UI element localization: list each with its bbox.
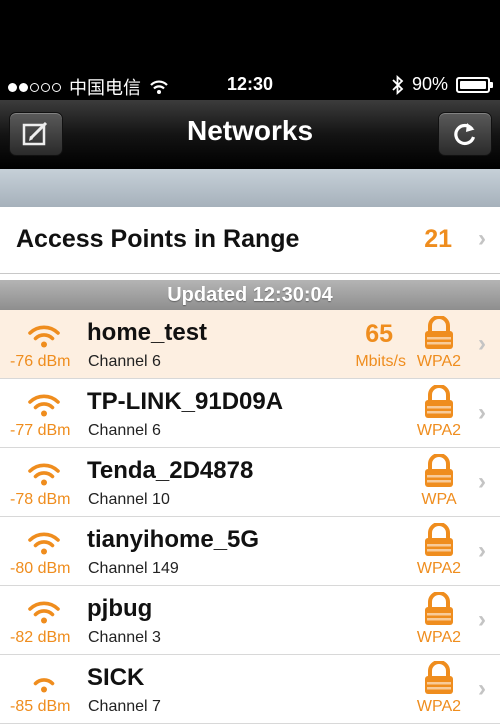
network-name: tianyihome_5G (87, 526, 260, 553)
updated-header: Updated 12:30:04 (0, 280, 500, 310)
page-title: Networks (186, 115, 314, 146)
security-type: WPA2 (416, 698, 462, 715)
wifi-signal-icon (28, 532, 60, 555)
security-type: WPA2 (416, 422, 462, 439)
access-points-count: 21 (424, 225, 452, 253)
lock-icon (425, 316, 453, 349)
battery-percent: 90% (411, 74, 448, 94)
network-row[interactable]: -76 dBm home_test Channel 6 65 Mbits/s W… (0, 310, 500, 379)
lock-icon (425, 385, 453, 418)
signal-strength: -80 dBm (10, 560, 71, 577)
network-channel: Channel 6 (88, 422, 161, 439)
signal-strength: -78 dBm (10, 491, 71, 508)
wifi-signal-icon (28, 325, 60, 348)
lock-icon (425, 592, 453, 625)
network-name: home_test (87, 319, 208, 346)
status-right: 90% (392, 74, 493, 95)
top-black-area (0, 0, 500, 70)
security-type: WPA (421, 491, 457, 508)
chevron-right-icon: › (478, 225, 486, 252)
network-name: Tenda_2D4878 (87, 457, 254, 484)
lock-icon (425, 454, 453, 487)
refresh-button[interactable] (438, 112, 492, 156)
wifi-signal-icon (28, 463, 60, 486)
signal-strength: -85 dBm (10, 698, 71, 715)
security-type: WPA2 (416, 629, 462, 646)
wifi-signal-icon (33, 678, 55, 693)
network-row[interactable]: -82 dBm pjbug Channel 3 WPA2 › (0, 586, 500, 655)
chevron-right-icon: › (478, 675, 486, 702)
chevron-right-icon: › (478, 399, 486, 426)
header-band (0, 169, 500, 207)
signal-strength: -77 dBm (10, 422, 71, 439)
network-channel: Channel 149 (88, 560, 179, 577)
network-row[interactable]: -78 dBm Tenda_2D4878 Channel 10 WPA › (0, 448, 500, 517)
chevron-right-icon: › (478, 537, 486, 564)
signal-strength: -76 dBm (10, 353, 71, 370)
network-speed: 65 (365, 320, 393, 348)
signal-strength: -82 dBm (10, 629, 71, 646)
wifi-signal-icon (28, 601, 60, 624)
access-points-label: Access Points in Range (16, 225, 300, 253)
lock-icon (425, 523, 453, 556)
wifi-signal-icon (28, 394, 60, 417)
network-channel: Channel 3 (88, 629, 161, 646)
security-type: WPA2 (416, 353, 462, 370)
network-row[interactable]: -85 dBm SICK Channel 7 WPA2 › (0, 655, 500, 724)
security-type: WPA2 (416, 560, 462, 577)
battery-icon (456, 76, 493, 93)
network-name: SICK (87, 664, 145, 691)
network-speed-unit: Mbits/s (355, 353, 406, 370)
access-points-row[interactable]: Access Points in Range 21 › (0, 207, 500, 274)
network-row[interactable]: -80 dBm tianyihome_5G Channel 149 WPA2 › (0, 517, 500, 586)
network-row[interactable]: -77 dBm TP-LINK_91D09A Channel 6 WPA2 › (0, 379, 500, 448)
network-channel: Channel 6 (88, 353, 161, 370)
navigation-bar: Networks (0, 100, 500, 169)
lock-icon (425, 661, 453, 694)
network-name: TP-LINK_91D09A (87, 388, 284, 415)
network-channel: Channel 7 (88, 698, 161, 715)
network-channel: Channel 10 (88, 491, 170, 508)
chevron-right-icon: › (478, 606, 486, 633)
chevron-right-icon: › (478, 468, 486, 495)
refresh-icon (454, 123, 476, 146)
network-name: pjbug (87, 595, 153, 622)
bluetooth-icon (392, 74, 404, 95)
chevron-right-icon: › (478, 330, 486, 357)
status-bar: 中国电信 12:30 90% (0, 70, 500, 100)
